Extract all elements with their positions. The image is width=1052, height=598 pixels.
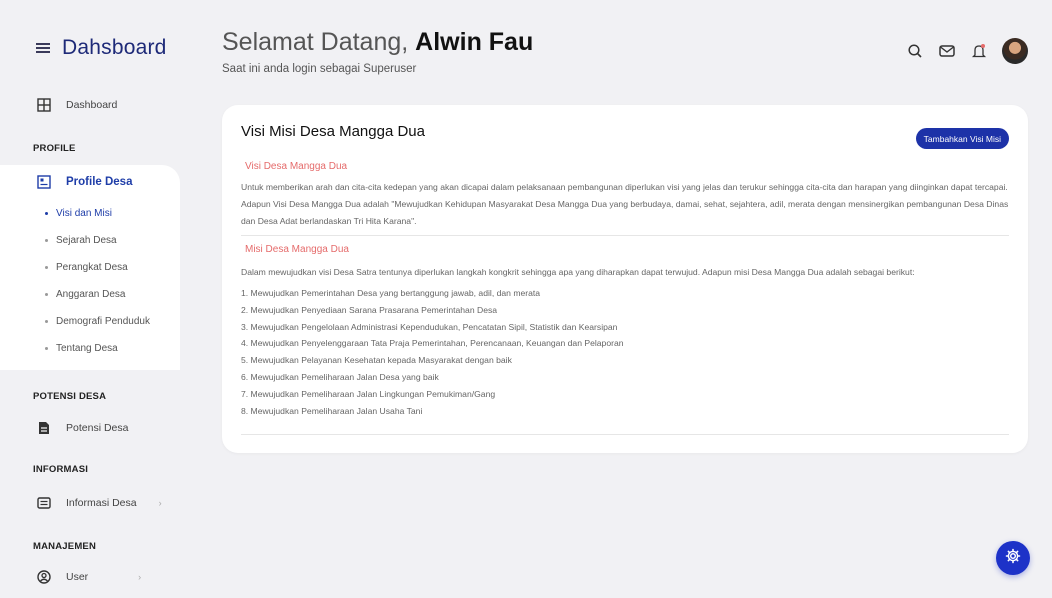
greeting-text: Selamat Datang, (222, 28, 409, 56)
subitem-label: Perangkat Desa (56, 262, 128, 273)
sidebar-item-label: Informasi Desa (66, 497, 137, 509)
subitem-label: Visi dan Misi (56, 208, 112, 219)
sidebar-subitem-visi-misi[interactable]: Visi dan Misi (45, 208, 112, 219)
sidebar-subitem-anggaran[interactable]: Anggaran Desa (45, 289, 126, 300)
list-item: 8. Mewujudkan Pemeliharaan Jalan Usaha T… (241, 405, 423, 416)
grid-icon (36, 97, 52, 113)
visi-heading: Visi Desa Mangga Dua (245, 161, 348, 172)
greeting: Selamat Datang, Alwin Fau (222, 28, 533, 57)
sidebar-item-label: Profile Desa (66, 176, 133, 188)
list-item: 6. Mewujudkan Pemeliharaan Jalan Desa ya… (241, 371, 439, 382)
bell-icon[interactable] (970, 42, 988, 60)
mail-icon[interactable] (938, 42, 956, 60)
sidebar: Dahsboard Dashboard PROFILE Profile Desa… (0, 0, 180, 598)
user-name: Alwin Fau (415, 28, 534, 56)
top-toolbar (906, 38, 1028, 64)
sidebar-item-label: Dashboard (66, 99, 118, 111)
add-visi-misi-button[interactable]: Tambahkan Visi Misi (915, 128, 1009, 149)
avatar[interactable] (1002, 38, 1028, 64)
sidebar-item-label: Potensi Desa (66, 422, 129, 434)
subitem-label: Demografi Penduduk (56, 316, 150, 327)
profile-desa-icon (36, 174, 52, 190)
settings-gear-icon (1005, 548, 1021, 569)
chevron-right-icon: › (138, 572, 142, 582)
list-item: 4. Mewujudkan Penyelenggaraan Tata Praja… (241, 338, 624, 349)
sidebar-subitem-tentang[interactable]: Tentang Desa (45, 343, 118, 354)
brand-title: Dahsboard (62, 36, 167, 59)
section-label-informasi: INFORMASI (33, 464, 89, 475)
bullet-dot (45, 212, 48, 215)
bullet-dot (45, 266, 48, 269)
divider (241, 235, 1009, 236)
section-label-profile: PROFILE (33, 143, 76, 154)
misi-intro: Dalam mewujudkan visi Desa Satra tentuny… (241, 267, 915, 277)
sidebar-item-informasi-desa[interactable]: Informasi Desa › (36, 495, 162, 511)
menu-icon[interactable] (36, 42, 50, 54)
list-item: 1. Mewujudkan Pemerintahan Desa yang ber… (241, 288, 541, 298)
list-item: 7. Mewujudkan Pemeliharaan Jalan Lingkun… (241, 388, 496, 399)
brand: Dahsboard (36, 36, 167, 60)
misi-list: 1. Mewujudkan Pemerintahan Desa yang ber… (241, 285, 624, 419)
chevron-right-icon: › (158, 498, 162, 508)
list-item: 2. Mewujudkan Penyediaan Sarana Prasaran… (241, 304, 498, 315)
visi-misi-card: Visi Misi Desa Mangga Dua Tambahkan Visi… (222, 105, 1028, 453)
bullet-dot (45, 347, 48, 350)
user-circle-icon (36, 569, 52, 585)
sidebar-item-potensi-desa[interactable]: Potensi Desa (36, 420, 128, 436)
sidebar-subitem-sejarah[interactable]: Sejarah Desa (45, 235, 117, 246)
visi-text: Untuk memberikan arah dan cita-cita kede… (241, 182, 1009, 226)
info-box-icon (36, 495, 52, 511)
bullet-dot (45, 239, 48, 242)
list-item: 5. Mewujudkan Pelayanan Kesehatan kepada… (241, 355, 512, 366)
bullet-dot (45, 293, 48, 296)
search-icon[interactable] (906, 42, 924, 60)
sidebar-item-profile-desa[interactable]: Profile Desa (36, 174, 132, 190)
divider (241, 434, 1009, 435)
login-status: Saat ini anda login sebagai Superuser (222, 63, 417, 75)
subitem-label: Anggaran Desa (56, 289, 126, 300)
bullet-dot (45, 320, 48, 323)
sidebar-subitem-perangkat[interactable]: Perangkat Desa (45, 262, 128, 273)
document-icon (36, 420, 52, 436)
subitem-label: Tentang Desa (56, 343, 118, 354)
sidebar-item-user[interactable]: User › (36, 569, 141, 585)
misi-heading: Misi Desa Mangga Dua (245, 244, 349, 255)
settings-fab-button[interactable] (996, 541, 1030, 575)
sidebar-item-label: User (66, 571, 89, 583)
sidebar-item-dashboard[interactable]: Dashboard (36, 97, 117, 113)
section-label-manajemen: MANAJEMEN (33, 541, 97, 552)
sidebar-subitem-demografi[interactable]: Demografi Penduduk (45, 316, 150, 327)
list-item: 3. Mewujudkan Pengelolaan Administrasi K… (241, 321, 618, 332)
section-label-potensi: POTENSI DESA (33, 391, 107, 402)
card-title: Visi Misi Desa Mangga Dua (241, 123, 425, 140)
subitem-label: Sejarah Desa (56, 235, 117, 246)
